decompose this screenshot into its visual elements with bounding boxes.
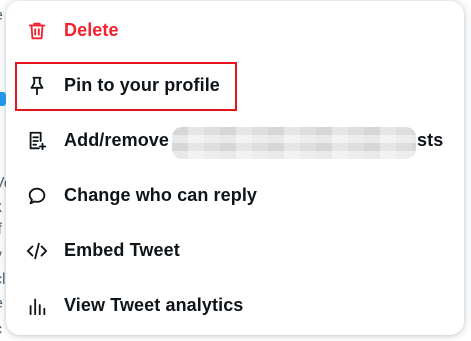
speech-bubble-icon — [25, 184, 49, 208]
redacted-text-overlay — [172, 127, 416, 159]
trash-icon — [25, 19, 49, 43]
menu-item-label: Add/remove — [64, 130, 170, 150]
tweet-more-menu: Delete Pin to your profile Add/remove st… — [6, 1, 464, 335]
menu-item-label: View Tweet analytics — [64, 295, 244, 315]
menu-item-change-who-can-reply[interactable]: Change who can reply — [6, 168, 464, 223]
list-add-icon — [25, 129, 49, 153]
menu-item-label: Delete — [64, 20, 119, 40]
menu-item-label: Pin to your profile — [64, 75, 220, 95]
background-text: cl — [0, 271, 6, 288]
background-text: c — [0, 322, 2, 338]
background-text: e — [0, 296, 3, 312]
menu-item-view-tweet-analytics[interactable]: View Tweet analytics — [6, 278, 464, 333]
menu-item-label-tail: sts — [417, 130, 444, 150]
code-icon — [25, 239, 49, 263]
menu-item-pin-to-profile[interactable]: Pin to your profile — [6, 58, 464, 113]
background-text: e — [0, 8, 3, 24]
menu-item-label: Change who can reply — [64, 185, 258, 205]
menu-item-label: Embed Tweet — [64, 240, 180, 260]
analytics-icon — [25, 294, 49, 318]
menu-item-delete[interactable]: Delete — [6, 3, 464, 58]
menu-item-embed-tweet[interactable]: Embed Tweet — [6, 223, 464, 278]
background-text: if — [0, 222, 2, 238]
background-text: y — [0, 248, 2, 264]
pin-icon — [25, 74, 49, 98]
background-text: k — [0, 200, 2, 216]
